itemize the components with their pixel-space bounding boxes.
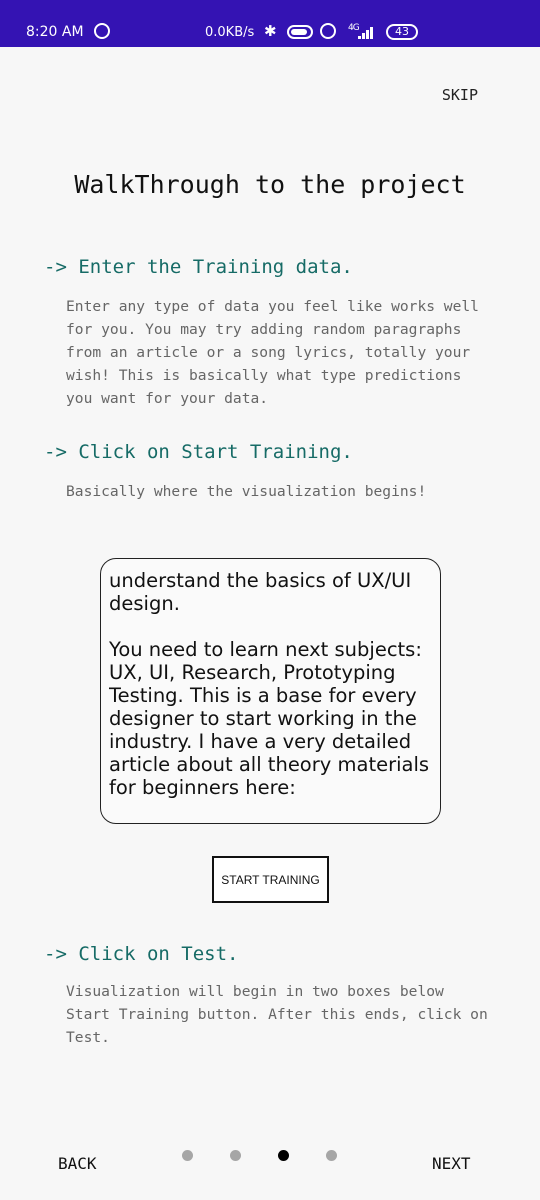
training-data-input[interactable]: understand the basics of UX/UI design. Y… — [109, 569, 434, 819]
step-1-text: Enter any type of data you feel like wor… — [66, 298, 479, 407]
data-saver-icon — [287, 25, 313, 39]
start-training-button[interactable]: START TRAINING — [212, 856, 329, 903]
page-dot-1[interactable] — [182, 1150, 193, 1161]
status-bar: 8:20 AM 0.0KB/s ✱ 4G 43 — [0, 0, 540, 47]
training-data-box: understand the basics of UX/UI design. Y… — [100, 558, 441, 824]
page-title: WalkThrough to the project — [74, 170, 466, 199]
skip-button[interactable]: SKIP — [442, 86, 478, 104]
page-dot-3[interactable] — [278, 1150, 289, 1161]
network-speed: 0.0KB/s — [205, 25, 255, 40]
whatsapp-icon — [94, 23, 110, 39]
page-dot-2[interactable] — [230, 1150, 241, 1161]
page-indicator — [182, 1150, 342, 1162]
battery-icon: 43 — [386, 24, 418, 40]
alarm-icon — [320, 23, 336, 39]
next-button[interactable]: NEXT — [432, 1154, 471, 1173]
step-2-text: Basically where the visualization begins… — [66, 483, 427, 500]
page-dot-4[interactable] — [326, 1150, 337, 1161]
step-3-title: -> Click on Test. — [44, 943, 239, 965]
step-3-text: Visualization will begin in two boxes be… — [66, 983, 488, 1046]
signal-bars-icon — [356, 26, 376, 39]
step-1-title: -> Enter the Training data. — [44, 256, 353, 278]
bluetooth-icon: ✱ — [264, 22, 277, 40]
back-button[interactable]: BACK — [58, 1154, 97, 1173]
step-2-title: -> Click on Start Training. — [44, 441, 353, 463]
status-time: 8:20 AM — [26, 24, 84, 40]
